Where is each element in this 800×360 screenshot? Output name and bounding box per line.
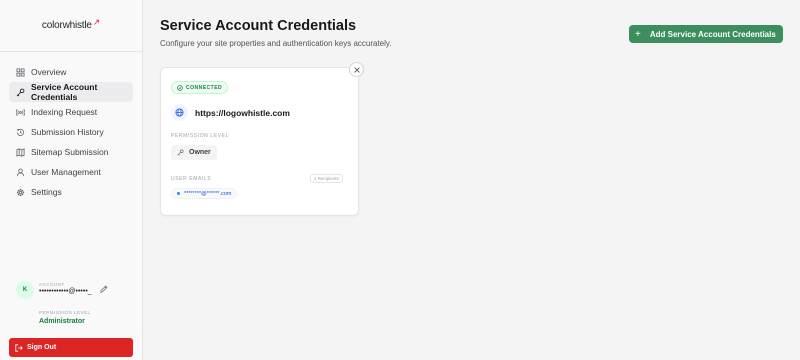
sidebar-item-label: Settings (31, 187, 62, 197)
site-property: https://logowhistle.com (171, 104, 290, 121)
permission-chip-label: Owner (189, 149, 211, 156)
account-label: ACCOUNT (39, 282, 65, 287)
site-url: https://logowhistle.com (195, 107, 290, 118)
key-icon (177, 149, 184, 156)
sidebar-item-sitemap-submission[interactable]: Sitemap Submission (9, 142, 133, 162)
brand-logo-text: colorwhistle (41, 20, 92, 31)
map-icon (16, 147, 25, 157)
grid-icon (16, 67, 25, 77)
close-icon (353, 66, 360, 73)
sidebar-item-label: Submission History (31, 127, 104, 137)
users-icon (16, 168, 25, 177)
brand-logo[interactable]: colorwhistle ↗ (0, 0, 142, 52)
check-circle-icon (177, 84, 183, 91)
avatar: K (16, 281, 34, 299)
sidebar-item-label: Service Account Credentials (31, 82, 98, 102)
sidebar-item-service-account-credentials[interactable]: Service Account Credentials (9, 82, 133, 102)
sign-out-icon (15, 343, 23, 352)
sidebar-item-submission-history[interactable]: Submission History (9, 122, 133, 142)
permission-level-value: Administrator (39, 318, 85, 325)
email-chip: ********@******.com (171, 188, 238, 199)
status-badge-label: CONNECTED (186, 84, 223, 91)
sidebar-item-label: User Management (31, 167, 101, 177)
sidebar-item-user-management[interactable]: User Management (9, 162, 133, 182)
email-dot-icon (177, 192, 180, 195)
gear-icon (16, 188, 25, 197)
sidebar-nav: Overview Service Account Credentials Ind… (0, 52, 142, 202)
close-card-button[interactable] (349, 62, 364, 77)
broadcast-icon (16, 108, 25, 117)
key-icon (16, 88, 25, 97)
credential-card: CONNECTED https://logowhistle.com PERMIS… (160, 62, 364, 216)
globe-icon (171, 104, 188, 121)
account-panel: K ACCOUNT ••••••••••••@•••••_ PERMISSION… (0, 276, 143, 325)
sign-out-label: Sign Out (27, 344, 57, 351)
page-subtitle: Configure your site properties and authe… (160, 39, 392, 48)
brand-logo-mark: ↗ (92, 17, 101, 27)
edit-pencil-icon[interactable] (99, 285, 108, 293)
permission-level-heading: PERMISSION LEVEL (171, 133, 229, 139)
sidebar-item-overview[interactable]: Overview (9, 62, 133, 82)
sidebar-item-settings[interactable]: Settings (9, 182, 133, 202)
account-email: ••••••••••••@•••••_ (39, 288, 92, 295)
history-icon (16, 128, 25, 137)
sidebar-item-indexing-request[interactable]: Indexing Request (9, 102, 133, 122)
sidebar-item-label: Overview (31, 67, 67, 77)
email-address: ********@******.com (184, 190, 232, 197)
sidebar-item-label: Indexing Request (31, 107, 98, 117)
permission-level-label: PERMISSION LEVEL (39, 310, 91, 315)
sidebar: colorwhistle ↗ Overview Service Account C… (0, 0, 143, 360)
plus-icon: + (635, 28, 641, 40)
user-emails-heading: USER EMAILS (171, 176, 212, 182)
sidebar-item-label: Sitemap Submission (31, 147, 109, 157)
recipients-count-badge: 1 Recipients (310, 174, 343, 183)
sign-out-button[interactable]: Sign Out (9, 338, 133, 357)
add-button-label: Add Service Account Credentials (649, 29, 776, 39)
page-title: Service Account Credentials (160, 18, 357, 34)
permission-chip: Owner (171, 145, 217, 160)
main-content: Service Account Credentials Configure yo… (143, 0, 800, 360)
add-service-account-credentials-button[interactable]: + Add Service Account Credentials (629, 25, 783, 43)
status-badge: CONNECTED (171, 81, 229, 94)
